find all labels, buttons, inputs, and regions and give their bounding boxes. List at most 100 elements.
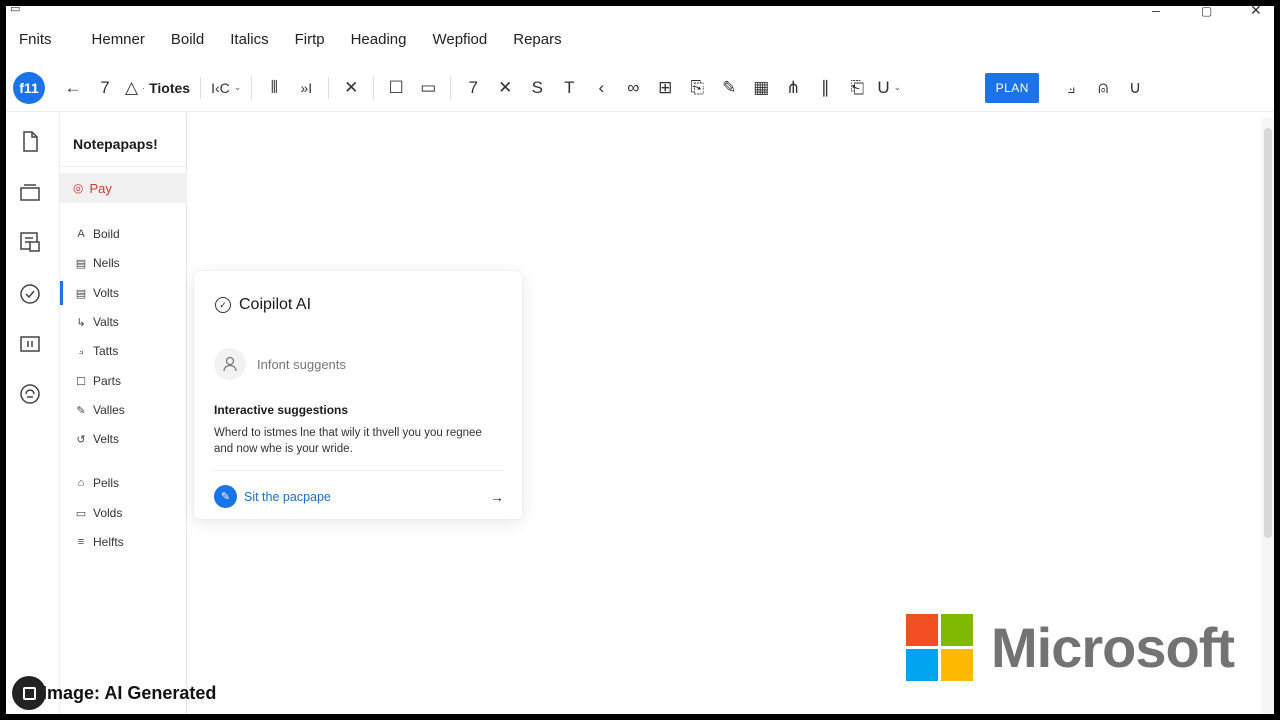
page-icon[interactable]: ⎘: [685, 72, 709, 104]
copilot-icon[interactable]: [17, 381, 43, 407]
sidebar-item[interactable]: ⟓ Tatts: [60, 339, 187, 363]
sidebar-item[interactable]: ▭ Volds: [60, 501, 187, 525]
font-picker[interactable]: △ · Tiotes: [125, 72, 190, 104]
link-icon[interactable]: ∞: [621, 72, 645, 104]
notes-sidebar: Notepapaps! ◎ Pay A Boild ▤ Nells ▤ Volts ↳…: [60, 113, 187, 714]
seven-icon[interactable]: 7: [461, 72, 485, 104]
s-icon[interactable]: S: [525, 72, 549, 104]
skip-forward-icon[interactable]: »I: [294, 72, 318, 104]
menu-item[interactable]: Boild: [158, 31, 217, 48]
sidebar-item-label: Velts: [93, 432, 120, 446]
maximize-icon[interactable]: ▢: [1201, 6, 1212, 18]
copilot-title: ✓ Coipilot AI: [215, 296, 311, 314]
plan-button[interactable]: PLAN: [985, 72, 1040, 103]
sidebar-item[interactable]: ✎ Valles: [60, 398, 187, 422]
panel-icon[interactable]: [17, 331, 43, 357]
sidebar-item-label: Boild: [93, 227, 120, 241]
action-label: Sit the pacpape: [244, 489, 331, 504]
sidebar-item[interactable]: ☐ Parts: [60, 369, 187, 393]
t-icon[interactable]: T: [557, 72, 581, 104]
font-triangle-icon: △: [125, 77, 139, 97]
pencil-icon[interactable]: ✎: [717, 72, 741, 104]
toolbar-divider: [251, 76, 253, 99]
brush-icon: ⟓: [78, 344, 84, 357]
menu-item[interactable]: Hemner: [79, 31, 158, 48]
card-body: Wherd to istmes lne that wily it thvell …: [214, 427, 482, 455]
app-icon: ▭: [10, 6, 21, 15]
minimize-icon[interactable]: –: [1152, 6, 1160, 18]
pencil-icon: ✎: [76, 404, 86, 417]
letter-a-icon: A: [77, 228, 85, 240]
bell-icon[interactable]: ⍝: [1091, 72, 1115, 104]
sidebar-item[interactable]: ↺ Velts: [60, 427, 187, 451]
microsoft-wordmark: Microsoft: [991, 616, 1235, 679]
sidebar-item-label: Pells: [93, 476, 120, 490]
menu-item[interactable]: Repars: [500, 31, 574, 48]
phone-icon: ↺: [76, 433, 86, 446]
title-bar: ▭ – ▢ ✕: [6, 6, 1274, 24]
size-picker[interactable]: I‹C ⌄: [211, 72, 241, 104]
comment-icon[interactable]: ▭: [416, 72, 440, 104]
record-icon: ◎: [73, 181, 84, 195]
sidebar-item[interactable]: ▤ Nells: [60, 251, 187, 275]
square-shape-icon[interactable]: ☐: [384, 72, 408, 104]
notes-icon[interactable]: [17, 229, 43, 255]
underline-icon: U: [877, 77, 890, 97]
close-icon[interactable]: ✕: [1250, 6, 1262, 19]
left-rail: [6, 113, 60, 714]
watermark-badge-icon: [12, 676, 46, 710]
pen-icon: ✎: [214, 485, 237, 508]
sidebar-item-pay[interactable]: ◎ Pay: [60, 173, 187, 203]
home-icon: ⌂: [77, 477, 85, 489]
underline-picker[interactable]: U ⌄: [877, 72, 901, 104]
scrollbar-thumb[interactable]: [1264, 128, 1272, 538]
toolbar-divider: [373, 76, 375, 99]
check-circle-icon[interactable]: [17, 281, 43, 307]
columns-icon[interactable]: ⫴: [262, 72, 286, 104]
copilot-card: ✓ Coipilot AI Infont suggents Interactiv…: [194, 271, 522, 519]
logo-green-square: [941, 614, 973, 646]
app-window: ▭ – ▢ ✕ Fnits Hemner Boild Italics Firtp…: [6, 6, 1274, 714]
microsoft-grid-icon: [906, 614, 973, 681]
font-name: Tiotes: [149, 79, 191, 96]
sidebar-item-label: Valts: [93, 315, 119, 329]
pause-icon[interactable]: ∥: [813, 72, 837, 104]
vertical-scrollbar[interactable]: [1262, 118, 1274, 714]
sidebar-item-label: Tatts: [93, 344, 119, 358]
table-icon[interactable]: ▦: [749, 72, 773, 104]
cup-icon[interactable]: ∪: [1123, 72, 1147, 104]
sidebar-divider: [60, 166, 187, 167]
menu-item[interactable]: Firtp: [282, 31, 338, 48]
menu-item[interactable]: Wepfiod: [419, 31, 500, 48]
brush-icon[interactable]: ⟓: [1059, 72, 1083, 104]
set-page-action[interactable]: ✎ Sit the pacpape →: [214, 485, 504, 508]
page-icon: ▤: [75, 257, 87, 270]
card-heading: Interactive suggestions: [214, 403, 349, 417]
square-icon: ☐: [76, 375, 86, 388]
sidebar-item[interactable]: A Boild: [60, 222, 187, 246]
account-avatar[interactable]: f11: [13, 71, 45, 104]
menu-item[interactable]: Fnits: [6, 31, 65, 48]
sidebar-item-label: Volds: [93, 506, 123, 520]
export-icon[interactable]: ⎗: [845, 72, 869, 104]
sidebar-item[interactable]: ▤ Volts: [60, 281, 187, 305]
sidebar-item[interactable]: ⌂ Pells: [60, 471, 187, 495]
document-icon[interactable]: [17, 129, 43, 155]
toolbar-divider: [450, 76, 452, 99]
sidebar-item[interactable]: ↳ Valts: [60, 310, 187, 334]
clear-format-icon[interactable]: ✕: [339, 72, 363, 104]
back-arrow-icon[interactable]: ←: [61, 72, 85, 104]
suggestion-row[interactable]: Infont suggents: [214, 348, 346, 380]
menu-item[interactable]: Heading: [338, 31, 420, 48]
size-value: I‹C: [211, 79, 230, 96]
layout-icon[interactable]: ⊞: [653, 72, 677, 104]
redo-icon[interactable]: 7: [93, 72, 117, 104]
sidebar-item[interactable]: ≡ Helfts: [60, 530, 187, 554]
toolbar-divider: [328, 76, 330, 99]
stack-icon[interactable]: [17, 179, 43, 205]
logo-red-square: [906, 614, 938, 646]
strike-x-icon[interactable]: ✕: [493, 72, 517, 104]
chevron-left-icon[interactable]: ‹: [589, 72, 613, 104]
branch-icon[interactable]: ⋔: [781, 72, 805, 104]
menu-item[interactable]: Italics: [217, 31, 281, 48]
